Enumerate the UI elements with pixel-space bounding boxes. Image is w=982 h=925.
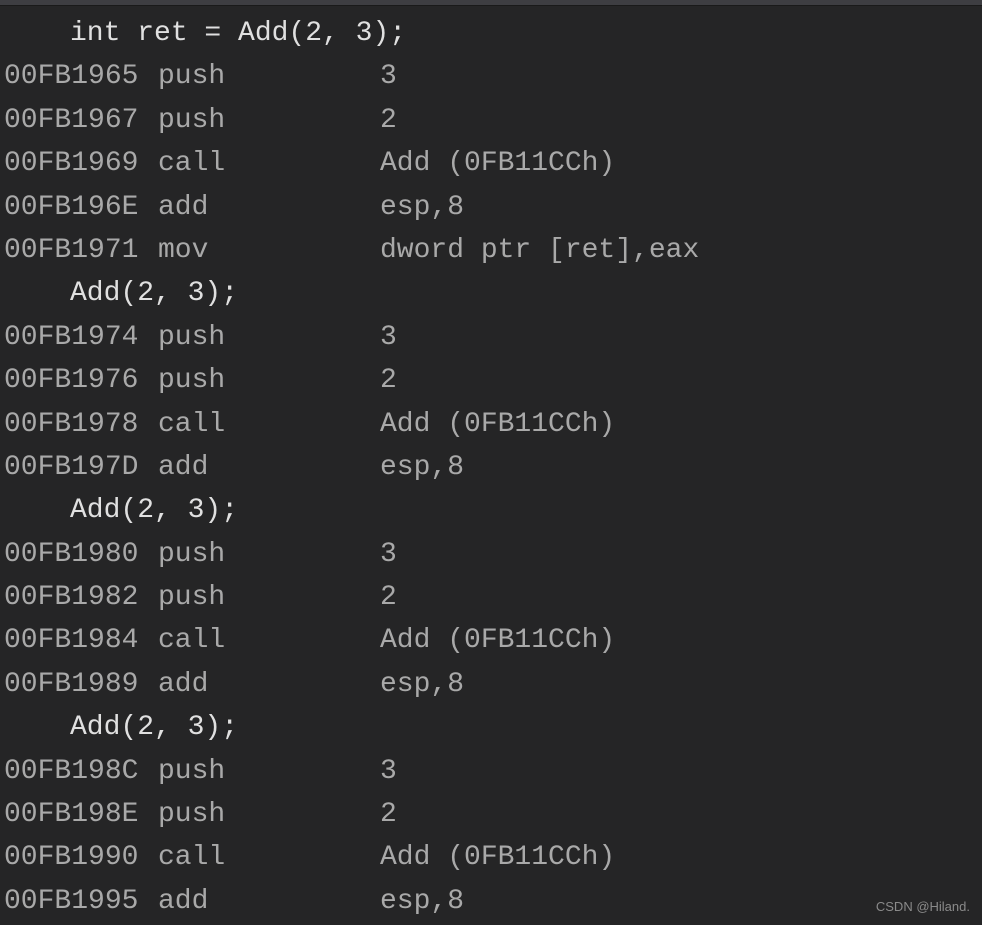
asm-line: 00FB1976 push 2 <box>0 359 982 402</box>
disassembly-view[interactable]: int ret = Add(2, 3); 00FB1965 push 3 00F… <box>0 6 982 923</box>
asm-line: 00FB1982 push 2 <box>0 576 982 619</box>
source-line: Add(2, 3); <box>0 272 982 315</box>
asm-mnemonic: push <box>158 793 380 836</box>
asm-line: 00FB1974 push 3 <box>0 316 982 359</box>
asm-mnemonic: add <box>158 663 380 706</box>
asm-address: 00FB198C <box>4 750 158 793</box>
asm-mnemonic: push <box>158 99 380 142</box>
asm-address: 00FB1995 <box>4 880 158 923</box>
asm-line: 00FB1969 call Add (0FB11CCh) <box>0 142 982 185</box>
asm-line: 00FB1995 add esp,8 <box>0 880 982 923</box>
asm-mnemonic: push <box>158 533 380 576</box>
asm-line: 00FB198C push 3 <box>0 750 982 793</box>
asm-operands: 3 <box>380 750 982 793</box>
source-line: Add(2, 3); <box>0 489 982 532</box>
source-line: Add(2, 3); <box>0 706 982 749</box>
asm-operands: 2 <box>380 99 982 142</box>
asm-operands: esp,8 <box>380 186 982 229</box>
asm-address: 00FB1974 <box>4 316 158 359</box>
asm-line: 00FB1967 push 2 <box>0 99 982 142</box>
asm-line: 00FB1978 call Add (0FB11CCh) <box>0 403 982 446</box>
asm-mnemonic: call <box>158 836 380 879</box>
asm-address: 00FB1965 <box>4 55 158 98</box>
asm-operands: 2 <box>380 359 982 402</box>
asm-mnemonic: push <box>158 576 380 619</box>
asm-line: 00FB1984 call Add (0FB11CCh) <box>0 619 982 662</box>
asm-mnemonic: push <box>158 750 380 793</box>
asm-address: 00FB1984 <box>4 619 158 662</box>
asm-mnemonic: call <box>158 619 380 662</box>
asm-line: 00FB198E push 2 <box>0 793 982 836</box>
asm-address: 00FB1969 <box>4 142 158 185</box>
watermark-text: CSDN @Hiland. <box>876 897 970 917</box>
asm-operands: Add (0FB11CCh) <box>380 142 982 185</box>
asm-address: 00FB197D <box>4 446 158 489</box>
asm-line: 00FB1965 push 3 <box>0 55 982 98</box>
asm-mnemonic: add <box>158 446 380 489</box>
asm-address: 00FB196E <box>4 186 158 229</box>
asm-mnemonic: call <box>158 142 380 185</box>
asm-operands: Add (0FB11CCh) <box>380 619 982 662</box>
asm-address: 00FB1989 <box>4 663 158 706</box>
asm-line: 00FB197D add esp,8 <box>0 446 982 489</box>
asm-address: 00FB1990 <box>4 836 158 879</box>
asm-address: 00FB198E <box>4 793 158 836</box>
asm-mnemonic: push <box>158 316 380 359</box>
asm-mnemonic: push <box>158 359 380 402</box>
asm-mnemonic: push <box>158 55 380 98</box>
asm-operands: dword ptr [ret],eax <box>380 229 982 272</box>
asm-line: 00FB1971 mov dword ptr [ret],eax <box>0 229 982 272</box>
asm-operands: 3 <box>380 55 982 98</box>
asm-line: 00FB196E add esp,8 <box>0 186 982 229</box>
asm-operands: 3 <box>380 316 982 359</box>
source-line: int ret = Add(2, 3); <box>0 12 982 55</box>
asm-operands: Add (0FB11CCh) <box>380 836 982 879</box>
asm-line: 00FB1990 call Add (0FB11CCh) <box>0 836 982 879</box>
asm-mnemonic: add <box>158 880 380 923</box>
asm-line: 00FB1989 add esp,8 <box>0 663 982 706</box>
asm-address: 00FB1971 <box>4 229 158 272</box>
asm-operands: esp,8 <box>380 446 982 489</box>
asm-address: 00FB1982 <box>4 576 158 619</box>
asm-operands: 2 <box>380 793 982 836</box>
asm-address: 00FB1967 <box>4 99 158 142</box>
asm-address: 00FB1978 <box>4 403 158 446</box>
asm-mnemonic: call <box>158 403 380 446</box>
asm-mnemonic: mov <box>158 229 380 272</box>
asm-line: 00FB1980 push 3 <box>0 533 982 576</box>
asm-mnemonic: add <box>158 186 380 229</box>
asm-address: 00FB1980 <box>4 533 158 576</box>
asm-operands: 2 <box>380 576 982 619</box>
asm-operands: 3 <box>380 533 982 576</box>
asm-address: 00FB1976 <box>4 359 158 402</box>
asm-operands: Add (0FB11CCh) <box>380 403 982 446</box>
asm-operands: esp,8 <box>380 663 982 706</box>
